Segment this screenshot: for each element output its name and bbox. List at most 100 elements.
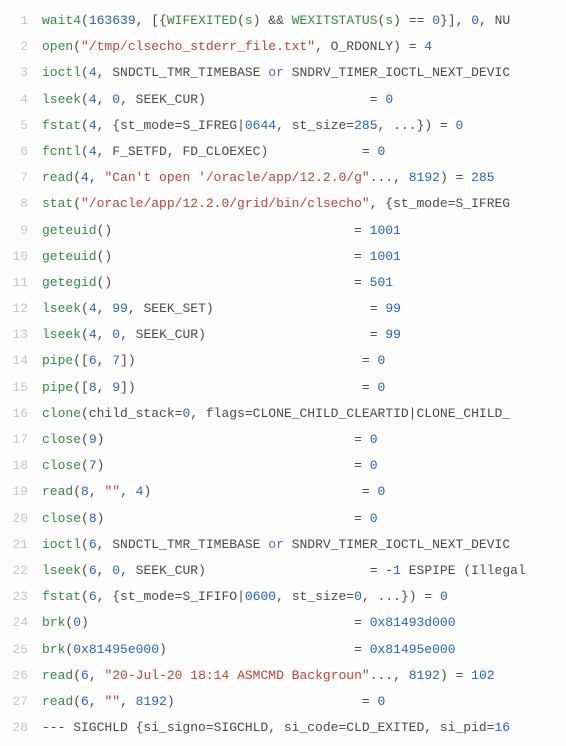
line-number: 23 (0, 584, 28, 610)
token-fn: pipe (42, 380, 73, 395)
code-line: close(7) = 0 (42, 453, 566, 479)
token-fn: s (385, 13, 393, 28)
code-line: lseek(4, 99, SEEK_SET) = 99 (42, 296, 566, 322)
token-fn: read (42, 484, 73, 499)
token-pl: , SNDCTL_TMR_TIMEBASE (97, 65, 269, 80)
token-pl: ) = (143, 484, 377, 499)
token-pl: ( (81, 301, 89, 316)
token-fn: lseek (42, 563, 81, 578)
code-line: read(6, "", 8192) = 0 (42, 689, 566, 715)
line-number: 7 (0, 165, 28, 191)
token-num: 9 (112, 380, 120, 395)
token-pl: , SEEK_CUR) = (120, 92, 385, 107)
token-num: 0 (112, 92, 120, 107)
token-fn: geteuid (42, 249, 97, 264)
code-line: getegid() = 501 (42, 270, 566, 296)
token-pl: ( (73, 484, 81, 499)
token-pl: ( (81, 537, 89, 552)
token-num: 6 (89, 563, 97, 578)
token-num: 0 (378, 380, 386, 395)
code-line: brk(0x81495e000) = 0x81495e000 (42, 637, 566, 663)
token-pl: ([ (73, 353, 89, 368)
token-num: 0x81493d000 (370, 615, 456, 630)
token-num: 0 (471, 13, 479, 28)
line-number: 24 (0, 610, 28, 636)
line-number: 1 (0, 8, 28, 34)
token-num: 4 (89, 327, 97, 342)
token-num: 102 (471, 668, 494, 683)
token-num: 99 (385, 301, 401, 316)
line-number: 26 (0, 663, 28, 689)
token-pl: ) == (393, 13, 432, 28)
token-num: 99 (385, 327, 401, 342)
line-number: 27 (0, 689, 28, 715)
token-pl: ..., (370, 170, 409, 185)
token-num: 6 (89, 589, 97, 604)
code-content[interactable]: wait4(163639, [{WIFEXITED(s) && WEXITSTA… (34, 0, 566, 746)
code-line: close(8) = 0 (42, 506, 566, 532)
token-fn: pipe (42, 353, 73, 368)
code-line: geteuid() = 1001 (42, 244, 566, 270)
token-pl: ( (73, 196, 81, 211)
line-number: 14 (0, 348, 28, 374)
token-pl: , flags=CLONE_CHILD_CLEARTID|CLONE_CHILD… (190, 406, 510, 421)
line-number: 18 (0, 453, 28, 479)
token-pl: ( (237, 13, 245, 28)
token-pl: , O_RDONLY) = (315, 39, 424, 54)
token-pl: --- SIGCHLD {si_signo=SIGCHLD, si_code=C… (42, 720, 494, 735)
token-pl: , (89, 484, 105, 499)
code-line: pipe([6, 7]) = 0 (42, 348, 566, 374)
token-fn: stat (42, 196, 73, 211)
token-num: 0 (378, 694, 386, 709)
code-line: stat("/oracle/app/12.2.0/grid/bin/clsech… (42, 191, 566, 217)
token-pl: , (97, 92, 113, 107)
code-line: fcntl(4, F_SETFD, FD_CLOEXEC) = 0 (42, 139, 566, 165)
token-pl: ]) = (120, 353, 377, 368)
code-line: fstat(6, {st_mode=S_IFIFO|0600, st_size=… (42, 584, 566, 610)
token-pl: ) = (440, 668, 471, 683)
token-pl: ) && (253, 13, 292, 28)
line-number: 19 (0, 479, 28, 505)
token-num: 0 (73, 615, 81, 630)
token-pl: ( (81, 92, 89, 107)
token-pl: ESPIPE (Illegal (401, 563, 534, 578)
code-line: ioctl(6, SNDCTL_TMR_TIMEBASE or SNDRV_TI… (42, 532, 566, 558)
line-number: 22 (0, 558, 28, 584)
token-pl: ( (81, 589, 89, 604)
token-num: 8192 (409, 170, 440, 185)
code-block: 1234567891011121314151617181920212223242… (0, 0, 566, 746)
line-number: 10 (0, 244, 28, 270)
token-num: 8 (89, 380, 97, 395)
token-num: 0x81495e000 (73, 642, 159, 657)
token-num: 99 (112, 301, 128, 316)
token-str: "20-Jul-20 18:14 ASMCMD Backgroun" (104, 668, 369, 683)
token-num: 1001 (370, 223, 401, 238)
token-fn: ioctl (42, 537, 81, 552)
code-line: read(4, "Can't open '/oracle/app/12.2.0/… (42, 165, 566, 191)
token-pl: , F_SETFD, FD_CLOEXEC) = (97, 144, 378, 159)
token-pl: , SNDCTL_TMR_TIMEBASE (97, 537, 269, 552)
line-number: 25 (0, 637, 28, 663)
token-num: 1 (393, 563, 401, 578)
token-num: 0 (112, 327, 120, 342)
token-pl: ( (81, 511, 89, 526)
token-num: 4 (424, 39, 432, 54)
code-line: clone(child_stack=0, flags=CLONE_CHILD_C… (42, 401, 566, 427)
token-pl: () = (97, 275, 370, 290)
token-fn: s (245, 13, 253, 28)
token-pl: , (97, 301, 113, 316)
token-num: 8 (89, 511, 97, 526)
code-line: lseek(4, 0, SEEK_CUR) = 0 (42, 87, 566, 113)
token-fn: brk (42, 615, 65, 630)
token-fn: read (42, 170, 73, 185)
token-fn: clone (42, 406, 81, 421)
token-num: 6 (89, 353, 97, 368)
token-pl: , st_size= (276, 589, 354, 604)
token-pl: , st_size= (276, 118, 354, 133)
token-num: 0 (432, 13, 440, 28)
token-pl: }], (440, 13, 471, 28)
token-str: "" (104, 484, 120, 499)
token-pl: ) = (81, 615, 370, 630)
token-num: 0600 (245, 589, 276, 604)
token-pl: ( (81, 118, 89, 133)
